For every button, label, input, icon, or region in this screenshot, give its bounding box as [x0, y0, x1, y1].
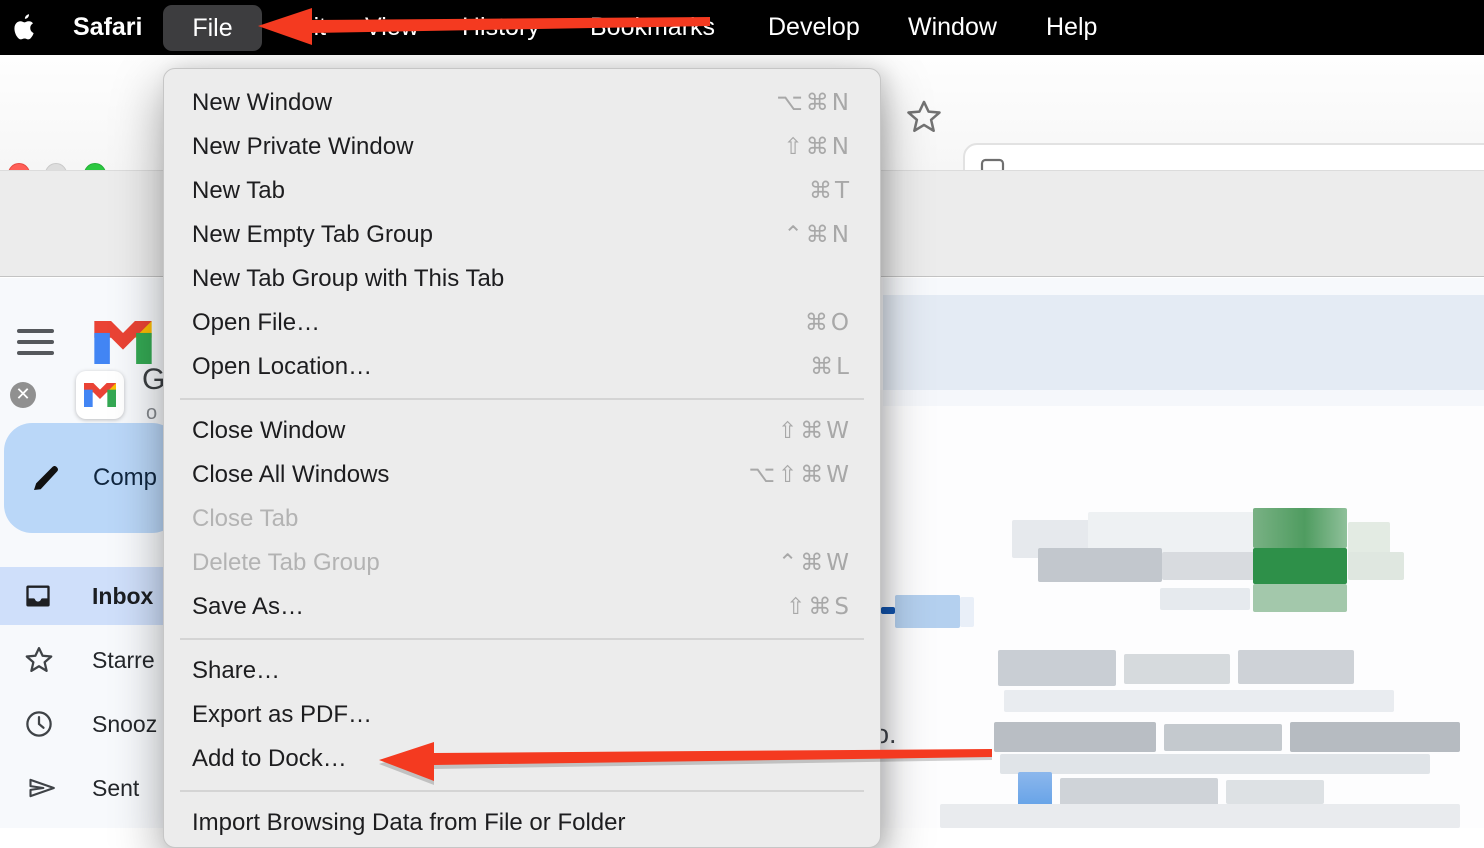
file-menu-dropdown: New Window⌥⌘N New Private Window⇧⌘N New … — [163, 68, 881, 848]
content-band-searchbar — [883, 295, 1484, 390]
sidebar-item-label: Sent — [92, 759, 139, 817]
star-icon — [24, 645, 54, 675]
sidebar-item-label: Inbox — [92, 567, 153, 625]
menu-separator — [180, 638, 864, 640]
sidebar-item-starred[interactable]: Starre — [0, 631, 182, 689]
blurred-content-block — [994, 722, 1156, 752]
blurred-content-block — [1290, 722, 1460, 752]
menu-item-new-empty-tab-group[interactable]: New Empty Tab Group⌃⌘N — [164, 213, 880, 257]
macos-menubar: File Safari Edit View History Bookmarks … — [0, 0, 1484, 55]
blurred-content-block — [1162, 552, 1254, 580]
menubar-item-window[interactable]: Window — [908, 0, 997, 55]
menu-item-close-window[interactable]: Close Window⇧⌘W — [164, 409, 880, 453]
menu-item-add-to-dock[interactable]: Add to Dock… — [164, 737, 880, 781]
hamburger-menu-icon[interactable] — [17, 329, 54, 362]
blurred-selection-bar — [881, 607, 895, 614]
blurred-content-block — [1164, 724, 1282, 751]
menubar-item-view[interactable]: View — [365, 0, 419, 55]
compose-pencil-icon — [30, 462, 62, 494]
blurred-content-block — [1038, 548, 1162, 582]
menu-separator — [180, 790, 864, 792]
menubar-item-file-highlight[interactable]: File — [163, 5, 262, 51]
tab-title[interactable]: G — [142, 363, 165, 397]
menubar-item-edit[interactable]: Edit — [283, 0, 326, 55]
compose-label: Comp — [93, 423, 157, 533]
compose-button[interactable]: Comp — [4, 423, 180, 533]
menu-item-open-file[interactable]: Open File…⌘O — [164, 301, 880, 345]
blurred-content-block — [1253, 508, 1347, 548]
menu-item-open-location[interactable]: Open Location…⌘L — [164, 345, 880, 389]
menu-separator — [180, 398, 864, 400]
content-band — [883, 390, 1484, 406]
tab-subtitle: o — [146, 402, 157, 425]
menu-item-close-all-windows[interactable]: Close All Windows⌥⇧⌘W — [164, 453, 880, 497]
menu-item-delete-tab-group: Delete Tab Group⌃⌘W — [164, 541, 880, 585]
bookmark-star-icon[interactable] — [905, 98, 943, 136]
menubar-item-bookmarks[interactable]: Bookmarks — [590, 0, 715, 55]
blurred-content-block — [1160, 588, 1250, 610]
blurred-content-block — [940, 804, 1460, 828]
blurred-content-block — [998, 650, 1116, 686]
clock-icon — [24, 709, 54, 739]
blurred-content-block — [1124, 654, 1230, 684]
blurred-content-block — [1348, 522, 1390, 556]
sidebar-item-label: Starre — [92, 631, 155, 689]
blurred-selection-chip — [895, 595, 960, 628]
send-icon — [26, 774, 56, 802]
menu-item-close-tab: Close Tab — [164, 497, 880, 541]
gmail-logo — [94, 321, 152, 364]
blurred-content-block — [1348, 552, 1404, 580]
menu-item-new-window[interactable]: New Window⌥⌘N — [164, 81, 880, 125]
inbox-icon — [24, 582, 52, 610]
blurred-content-block — [1000, 754, 1430, 774]
menu-item-new-tab-group-with-this-tab[interactable]: New Tab Group with This Tab — [164, 257, 880, 301]
menubar-item-develop[interactable]: Develop — [768, 0, 860, 55]
blurred-content-block — [1238, 650, 1354, 684]
blurred-content-block — [1253, 548, 1347, 584]
blurred-content-block — [1226, 780, 1324, 804]
blurred-content-block — [1060, 778, 1218, 806]
menu-item-new-tab[interactable]: New Tab⌘T — [164, 169, 880, 213]
sidebar-item-sent[interactable]: Sent — [0, 759, 182, 817]
menubar-item-history[interactable]: History — [462, 0, 540, 55]
blurred-content-block — [1253, 584, 1347, 612]
menubar-item-safari[interactable]: Safari — [73, 0, 142, 55]
menu-item-new-private-window[interactable]: New Private Window⇧⌘N — [164, 125, 880, 169]
menu-item-share[interactable]: Share… — [164, 649, 880, 693]
gmail-favicon — [76, 371, 124, 419]
sidebar-item-label: Snooz — [92, 695, 157, 753]
blurred-content-block — [1004, 690, 1394, 712]
menu-item-save-as[interactable]: Save As…⇧⌘S — [164, 585, 880, 629]
menubar-item-help[interactable]: Help — [1046, 0, 1097, 55]
sidebar-item-snoozed[interactable]: Snooz — [0, 695, 182, 753]
menu-item-import-browsing-data[interactable]: Import Browsing Data from File or Folder — [164, 801, 880, 845]
apple-menu-icon[interactable] — [13, 14, 36, 42]
menu-item-export-as-pdf[interactable]: Export as PDF… — [164, 693, 880, 737]
sidebar-item-inbox[interactable]: Inbox — [0, 567, 182, 625]
content-band — [883, 278, 1484, 295]
menubar-item-file: File — [163, 5, 262, 51]
blurred-content-block — [960, 597, 974, 627]
tab-close-icon[interactable]: ✕ — [10, 382, 36, 408]
